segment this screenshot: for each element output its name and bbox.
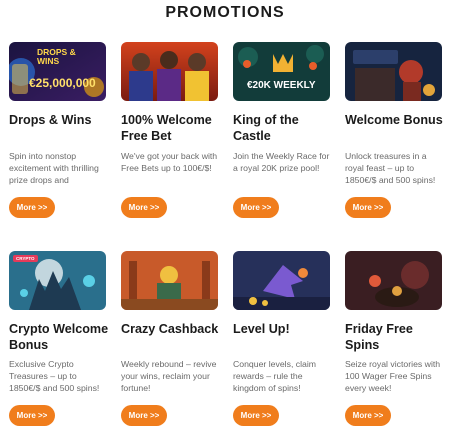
promo-image-king-of-castle[interactable]: €20K WEEKLY [233,42,330,101]
promo-card-welcome-bonus: Welcome Bonus Unlock treasures in a roya… [345,42,443,218]
promo-image-friday-free-spins[interactable] [345,251,442,310]
more-button[interactable]: More >> [121,197,167,218]
king-castle-amount: €20K WEEKLY [247,80,316,91]
promo-card-drops-wins: DROPS & WINS €25,000,000 Drops & Wins Sp… [9,42,107,218]
more-button[interactable]: More >> [9,197,55,218]
more-button[interactable]: More >> [233,197,279,218]
promo-image-welcome-bonus[interactable] [345,42,442,101]
promo-title: Crypto Welcome Bonus [9,322,109,352]
promo-title: 100% Welcome Free Bet [121,113,212,143]
promo-card-welcome-free-bet: 100% Welcome Free Bet We've got your bac… [121,42,219,218]
promo-title: Level Up! [233,322,290,336]
promo-description: We've got your back with Free Bets up to… [121,151,218,173]
promo-description: Weekly rebound – revive your wins, recla… [121,359,217,393]
drops-wins-amount: €25,000,000 [29,76,96,90]
promo-card-king-of-castle: €20K WEEKLY King of the Castle Join the … [233,42,331,218]
promo-card-level-up: Level Up! Conquer levels, claim rewards … [233,251,331,426]
promo-title: King of the Castle [233,113,299,143]
more-button[interactable]: More >> [345,405,391,426]
promo-description: Join the Weekly Race for a royal 20K pri… [233,151,330,173]
promo-description: Exclusive Crypto Treasures – up to 1850€… [9,359,100,393]
more-button[interactable]: More >> [233,405,279,426]
promo-description: Conquer levels, claim rewards – rule the… [233,359,317,393]
promo-title: Welcome Bonus [345,113,443,127]
promo-description: Unlock treasures in a royal feast – up t… [345,151,436,185]
promo-image-drops-wins[interactable]: DROPS & WINS €25,000,000 [9,42,106,101]
promo-image-crazy-cashback[interactable] [121,251,218,310]
promo-description: Seize royal victories with 100 Wager Fre… [345,359,441,393]
crypto-badge: CRYPTO [13,255,38,262]
promo-image-crypto-welcome-bonus[interactable]: CRYPTO [9,251,106,310]
more-button[interactable]: More >> [345,197,391,218]
promo-title: Crazy Cashback [121,322,219,336]
promo-title: Friday Free Spins [345,322,413,352]
promo-description: Spin into nonstop excitement with thrill… [9,151,99,185]
promo-image-level-up[interactable] [233,251,330,310]
promo-card-crazy-cashback: Crazy Cashback Weekly rebound – revive y… [121,251,219,426]
promo-title: Drops & Wins [9,113,92,127]
promo-card-crypto-welcome-bonus: CRYPTO Crypto Welcome Bonus Exclusive Cr… [9,251,108,426]
more-button[interactable]: More >> [121,405,167,426]
promo-image-welcome-free-bet[interactable] [121,42,218,101]
more-button[interactable]: More >> [9,405,55,426]
promo-card-friday-free-spins: Friday Free Spins Seize royal victories … [345,251,443,426]
page-title: PROMOTIONS [165,4,285,21]
drops-wins-banner-text: DROPS & WINS [37,47,76,66]
